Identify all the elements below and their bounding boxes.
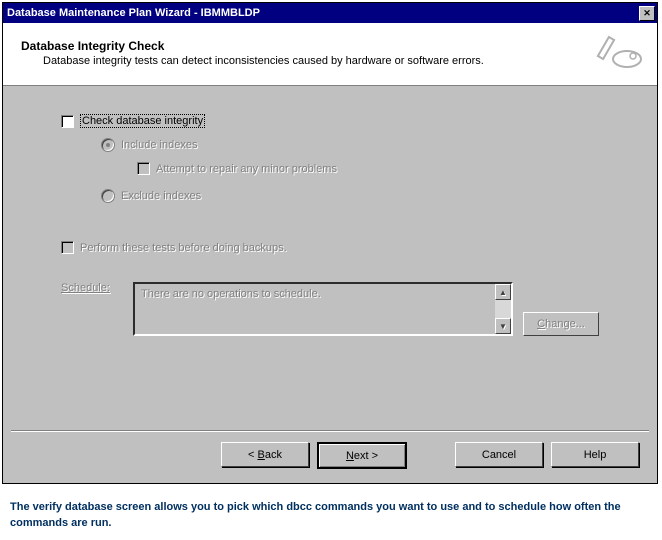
window-title: Database Maintenance Plan Wizard - IBMMB… <box>7 7 639 19</box>
check-integrity-label: Check database integrity <box>80 114 205 128</box>
include-indexes-label: Include indexes <box>121 139 197 151</box>
exclude-indexes-label: Exclude indexes <box>121 190 201 202</box>
button-divider <box>11 430 649 432</box>
attempt-repair-checkbox <box>137 162 150 175</box>
wizard-buttons: < Back Next > Cancel Help <box>3 442 657 483</box>
perform-before-backup-checkbox <box>61 241 74 254</box>
wizard-header: Database Integrity Check Database integr… <box>3 23 657 85</box>
exclude-indexes-radio <box>101 189 115 203</box>
schedule-label: Schedule: <box>61 282 133 294</box>
scroll-down-icon: ▼ <box>495 318 511 334</box>
db-tool-icon <box>595 31 645 75</box>
figure-caption: The verify database screen allows you to… <box>0 486 660 540</box>
check-integrity-row[interactable]: Check database integrity <box>61 114 599 128</box>
help-button[interactable]: Help <box>551 442 639 467</box>
wizard-window: Database Maintenance Plan Wizard - IBMMB… <box>2 2 658 484</box>
schedule-row: Schedule: There are no operations to sch… <box>61 282 599 336</box>
next-button[interactable]: Next > <box>317 442 407 469</box>
perform-before-backup-label: Perform these tests before doing backups… <box>80 242 287 254</box>
check-integrity-checkbox[interactable] <box>61 115 74 128</box>
page-title: Database Integrity Check <box>21 39 595 53</box>
wizard-content: Check database integrity Include indexes… <box>3 85 657 416</box>
schedule-text: There are no operations to schedule. <box>141 288 321 300</box>
include-indexes-radio <box>101 138 115 152</box>
close-button[interactable]: ✕ <box>639 6 655 21</box>
change-button: Change... <box>523 312 599 336</box>
attempt-repair-row: Attempt to repair any minor problems <box>137 162 599 175</box>
schedule-textarea: There are no operations to schedule. ▲ ▼ <box>133 282 513 336</box>
back-button[interactable]: < Back <box>221 442 309 467</box>
scroll-up-icon: ▲ <box>495 284 511 300</box>
attempt-repair-label: Attempt to repair any minor problems <box>156 163 337 175</box>
cancel-button[interactable]: Cancel <box>455 442 543 467</box>
page-subtitle: Database integrity tests can detect inco… <box>21 55 595 67</box>
perform-before-backup-row: Perform these tests before doing backups… <box>61 241 599 254</box>
exclude-indexes-row: Exclude indexes <box>101 189 599 203</box>
include-indexes-row: Include indexes <box>101 138 599 152</box>
schedule-scrollbar: ▲ ▼ <box>495 284 511 334</box>
titlebar: Database Maintenance Plan Wizard - IBMMB… <box>3 3 657 23</box>
